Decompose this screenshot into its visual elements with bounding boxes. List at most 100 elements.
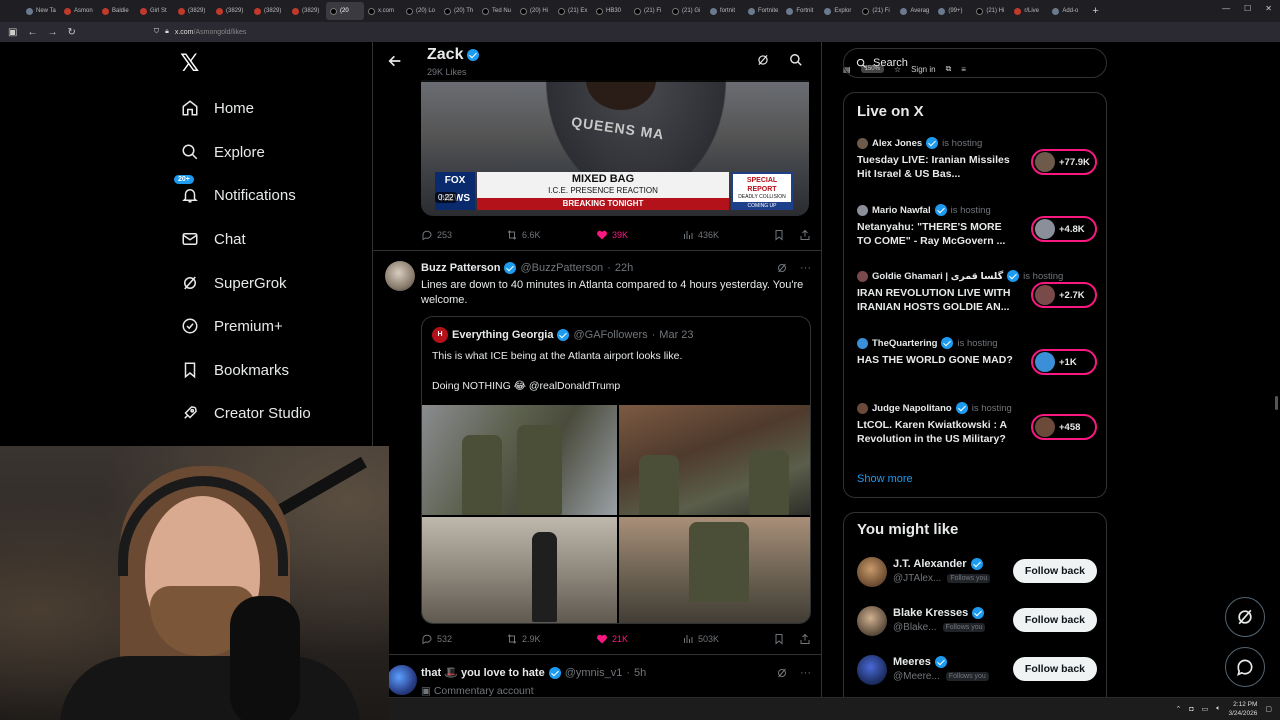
minimize-icon[interactable]: — — [1222, 4, 1230, 13]
nav-notifications[interactable]: 20+ Notifications — [174, 175, 296, 210]
tray-app-icon[interactable]: ◘ — [1189, 706, 1193, 713]
browser-tab[interactable]: Ted Nu — [478, 2, 516, 20]
messages-fab[interactable] — [1225, 647, 1265, 687]
nav-creator-studio[interactable]: Creator Studio — [180, 398, 311, 428]
reply-button[interactable]: 253 — [421, 229, 506, 241]
page-scrollbar[interactable] — [1275, 396, 1278, 410]
browser-tab[interactable]: (3829) — [174, 2, 212, 20]
nav-bookmarks[interactable]: Bookmarks — [180, 355, 289, 385]
browser-tab[interactable]: Explor — [820, 2, 858, 20]
browser-tab[interactable]: New Ta — [22, 2, 60, 20]
views-button[interactable]: 503K — [682, 633, 719, 645]
repost-button[interactable]: 6.6K — [506, 229, 596, 241]
browser-tab[interactable]: (21) Fi — [630, 2, 668, 20]
listener-count-pill[interactable]: +458 — [1031, 414, 1097, 440]
volume-icon[interactable]: 🔈︎ — [1216, 705, 1220, 713]
author-handle[interactable]: @BuzzPatterson — [520, 262, 603, 274]
like-button[interactable]: 39K — [596, 229, 682, 241]
follow-back-button[interactable]: Follow back — [1012, 559, 1097, 583]
photo-4[interactable] — [619, 517, 810, 623]
nav-premium[interactable]: Premium+ — [180, 311, 283, 341]
live-space-item[interactable]: Mario Nawfal is hosting Netanyahu: "THERE'… — [857, 204, 1097, 248]
live-space-item[interactable]: Goldie Ghamari | گلسا قمری is hosting IRAN… — [857, 270, 1097, 314]
author-name[interactable]: Buzz Patterson — [421, 262, 500, 274]
reload-icon[interactable]: ↻ — [67, 27, 75, 38]
photo-1[interactable] — [422, 405, 617, 515]
search-icon[interactable] — [789, 53, 805, 69]
listener-count-pill[interactable]: +4.8K — [1031, 216, 1097, 242]
live-space-item[interactable]: Judge Napolitano is hosting LtCOL. Karen K… — [857, 402, 1097, 446]
browser-tab[interactable]: (3829) — [250, 2, 288, 20]
search-input[interactable]: Search — [843, 48, 1107, 78]
browser-tab[interactable]: Girl St — [136, 2, 174, 20]
browser-tab[interactable]: Baldie — [98, 2, 136, 20]
like-button[interactable]: 21K — [596, 633, 682, 645]
browser-tab[interactable]: fortnit — [706, 2, 744, 20]
browser-tab[interactable]: (21) Ex — [554, 2, 592, 20]
browser-tab[interactable]: Asmon — [60, 2, 98, 20]
listener-count-pill[interactable]: +2.7K — [1031, 282, 1097, 308]
browser-tab[interactable]: (3829) — [212, 2, 250, 20]
listener-count-pill[interactable]: +77.9K — [1031, 149, 1097, 175]
browser-tab[interactable]: Fortnite — [744, 2, 782, 20]
avatar[interactable] — [387, 665, 417, 695]
photo-3[interactable] — [422, 517, 617, 623]
clock[interactable]: 2:12 PM 3/24/2026 — [1228, 700, 1257, 718]
grok-fab[interactable] — [1225, 597, 1265, 637]
grok-icon[interactable] — [776, 667, 788, 679]
browser-tab[interactable]: (21) Hi — [972, 2, 1010, 20]
browser-tab[interactable]: (21) Fi — [858, 2, 896, 20]
back-arrow-icon[interactable] — [387, 53, 403, 69]
browser-tab[interactable]: (20) Hi — [516, 2, 554, 20]
x-logo-icon[interactable]: 𝕏 — [180, 52, 204, 76]
browser-tab[interactable]: x.com — [364, 2, 402, 20]
nav-explore[interactable]: Explore — [180, 137, 265, 167]
bookmark-icon[interactable] — [773, 633, 785, 645]
more-options-icon[interactable]: ··· — [800, 262, 811, 274]
avatar[interactable] — [857, 606, 887, 636]
follow-back-button[interactable]: Follow back — [1012, 608, 1097, 632]
browser-tab[interactable]: (20) Lo — [402, 2, 440, 20]
nav-home[interactable]: Home — [180, 93, 254, 123]
more-options-icon[interactable]: ··· — [800, 667, 811, 679]
grok-icon[interactable] — [756, 53, 772, 69]
listener-count-pill[interactable]: +1K — [1031, 349, 1097, 375]
notification-center-icon[interactable]: ▢ — [1265, 705, 1272, 713]
browser-tab[interactable]: (99+) — [934, 2, 972, 20]
author-handle[interactable]: @ymnis_v1 — [565, 667, 623, 679]
suggested-user[interactable]: J.T. Alexander @JTAlex... Follows you Follo… — [857, 555, 1097, 591]
browser-tab[interactable]: Add-o — [1048, 2, 1086, 20]
share-icon[interactable] — [799, 229, 811, 241]
bookmark-icon[interactable] — [773, 229, 785, 241]
tray-chevron-icon[interactable]: ⌃ — [1176, 705, 1182, 713]
new-tab-icon[interactable]: + — [1086, 5, 1104, 17]
tweet-video[interactable]: QUEENS MA FOX NEWS MIXED BAG I.C.E. PRES… — [421, 80, 809, 216]
browser-tab[interactable]: r/Live — [1010, 2, 1048, 20]
suggested-user[interactable]: Blake Kresses @Blake... Follows you Follow … — [857, 604, 1097, 640]
browser-tab[interactable]: (21) Gi — [668, 2, 706, 20]
avatar[interactable] — [385, 261, 415, 291]
author-name[interactable]: that 🎩 you love to hate — [421, 666, 545, 679]
grok-icon[interactable] — [776, 262, 788, 274]
browser-tab[interactable]: (20 — [326, 2, 364, 20]
avatar[interactable] — [857, 557, 887, 587]
views-button[interactable]: 436K — [682, 229, 719, 241]
photo-2[interactable] — [619, 405, 810, 515]
browser-tab[interactable]: Averag — [896, 2, 934, 20]
address-bar[interactable]: ⛉ 🔒︎ x.com/Asmongold/likes — [154, 28, 247, 36]
maximize-icon[interactable]: ☐ — [1244, 4, 1251, 13]
browser-tab[interactable]: Fortnit — [782, 2, 820, 20]
browser-tab[interactable]: HB30 — [592, 2, 630, 20]
tweet-time[interactable]: 22h — [615, 262, 633, 274]
live-space-item[interactable]: Alex Jones is hosting Tuesday LIVE: Irania… — [857, 137, 1097, 181]
reply-button[interactable]: 532 — [421, 633, 506, 645]
share-icon[interactable] — [799, 633, 811, 645]
browser-tab[interactable]: (3829) — [288, 2, 326, 20]
follow-back-button[interactable]: Follow back — [1012, 657, 1097, 681]
live-space-item[interactable]: TheQuartering is hosting HAS THE WORLD GON… — [857, 337, 1097, 375]
quoted-tweet[interactable]: H Everything Georgia @GAFollowers · Mar … — [421, 316, 811, 624]
nav-supergrok[interactable]: SuperGrok — [180, 268, 287, 298]
show-more-link[interactable]: Show more — [857, 473, 913, 485]
close-icon[interactable]: ✕ — [1265, 4, 1272, 13]
browser-tab[interactable]: (20) Th — [440, 2, 478, 20]
